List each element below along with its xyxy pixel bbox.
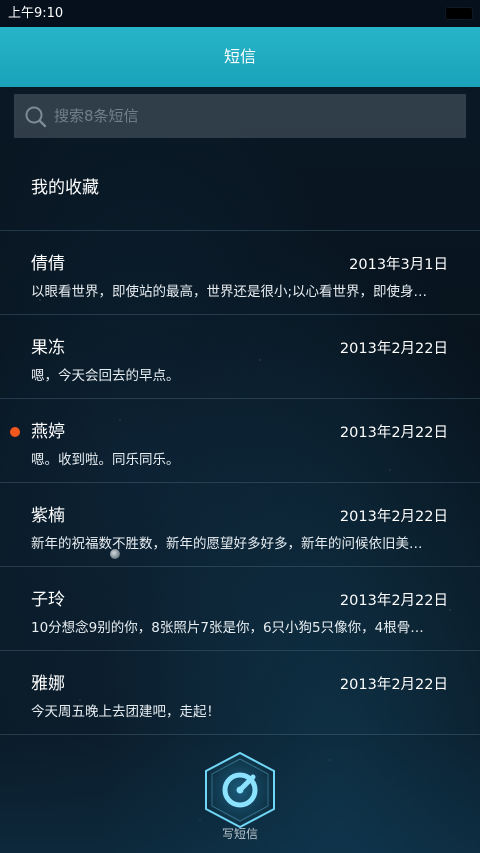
message-preview: 新年的祝福数不胜数，新年的愿望好多好多，新年的问候依旧美…: [31, 536, 423, 552]
conversation-row[interactable]: 紫楠 2013年2月22日 新年的祝福数不胜数，新年的愿望好多好多，新年的问候依…: [0, 483, 480, 566]
contact-name: 倩倩: [31, 254, 65, 274]
favorites-item[interactable]: 我的收藏: [0, 146, 480, 230]
message-preview: 嗯。收到啦。同乐同乐。: [31, 452, 180, 468]
message-date: 2013年3月1日: [349, 257, 448, 273]
title-bar: 短信: [0, 27, 480, 87]
contact-name: 紫楠: [31, 506, 65, 526]
compose-button[interactable]: [202, 750, 278, 830]
compose-label: 写短信: [221, 827, 258, 841]
search-box[interactable]: [14, 94, 466, 138]
message-preview: 今天周五晚上去团建吧，走起！: [31, 704, 220, 720]
conversation-row[interactable]: 雅娜 2013年2月22日 今天周五晚上去团建吧，走起！: [0, 651, 480, 734]
contact-name: 雅娜: [31, 674, 65, 694]
conversation-row[interactable]: 果冻 2013年2月22日 嗯，今天会回去的早点。: [0, 315, 480, 398]
message-date: 2013年2月22日: [339, 509, 448, 525]
conversation-row[interactable]: 燕婷 2013年2月22日 嗯。收到啦。同乐同乐。: [0, 399, 480, 482]
favorites-label: 我的收藏: [31, 178, 99, 198]
contact-name: 燕婷: [31, 422, 65, 442]
message-date: 2013年2月22日: [339, 593, 448, 609]
message-date: 2013年2月22日: [339, 677, 448, 693]
conversation-row[interactable]: 倩倩 2013年3月1日 以眼看世界，即使站的最高，世界还是很小;以心看世界，即…: [0, 231, 480, 314]
unread-dot-icon: [10, 427, 20, 437]
search-input[interactable]: [54, 94, 454, 138]
contact-name: 子玲: [31, 590, 65, 610]
status-bar: 上午9:10: [0, 0, 480, 27]
message-preview: 嗯，今天会回去的早点。: [31, 368, 180, 384]
message-preview: 以眼看世界，即使站的最高，世界还是很小;以心看世界，即使身…: [31, 284, 428, 300]
status-time: 上午9:10: [8, 6, 64, 21]
search-icon: [25, 106, 47, 128]
contact-name: 果冻: [31, 338, 65, 358]
compose-icon: [205, 751, 275, 829]
conversation-row[interactable]: 子玲 2013年2月22日 10分想念9别的你，8张照片7张是你，6只小狗5只像…: [0, 567, 480, 650]
message-date: 2013年2月22日: [339, 341, 448, 357]
message-date: 2013年2月22日: [339, 425, 448, 441]
loading-spinner-icon: [110, 549, 120, 559]
battery-icon: [446, 8, 472, 19]
page-title: 短信: [223, 47, 256, 66]
message-preview: 10分想念9别的你，8张照片7张是你，6只小狗5只像你，4根骨…: [31, 620, 424, 636]
